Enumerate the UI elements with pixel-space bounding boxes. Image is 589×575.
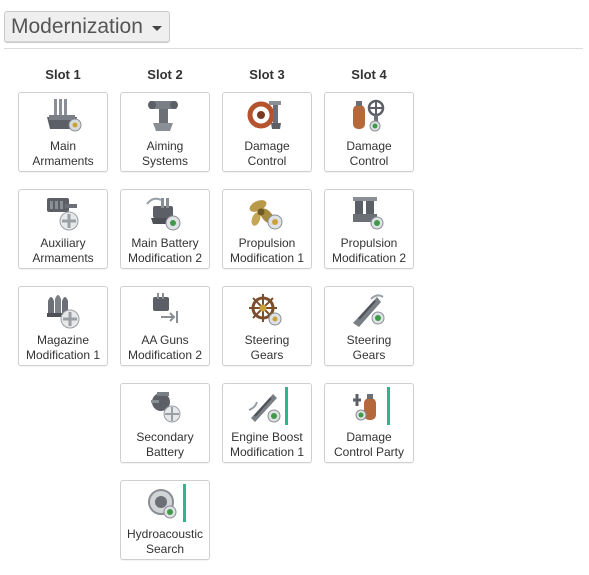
modernization-dropdown[interactable]: Modernization <box>4 11 170 43</box>
hydroacoustic-icon <box>148 489 177 519</box>
module-card-magazine-modification[interactable]: Magazine Modification 1 <box>18 286 108 366</box>
module-card-propulsion-modification-2[interactable]: Propulsion Modification 2 <box>324 189 414 269</box>
rudder-icon <box>353 294 385 327</box>
module-label: AA Guns Modification 2 <box>127 333 203 362</box>
module-label: Engine Boost Modification 1 <box>229 430 305 459</box>
slot-4-header: Slot 4 <box>351 67 387 82</box>
main-battery-icon <box>146 197 181 231</box>
module-card-damage-control-party[interactable]: Damage Control Party <box>324 383 414 463</box>
consumable-indicator-bar <box>183 484 186 522</box>
damage-control-party-icon <box>353 394 376 421</box>
module-label: Damage Control <box>346 139 392 168</box>
main-armaments-icon <box>47 99 82 132</box>
module-label: Steering Gears <box>244 333 290 362</box>
engine-icon <box>353 197 384 230</box>
slot-2-header: Slot 2 <box>147 67 183 82</box>
module-card-propulsion-modification-1[interactable]: Propulsion Modification 1 <box>222 189 312 269</box>
module-label: Auxiliary Armaments <box>32 236 94 265</box>
module-card-main-battery-modification[interactable]: Main Battery Modification 2 <box>120 189 210 269</box>
module-label: Secondary Battery <box>136 430 194 459</box>
module-card-aiming-systems[interactable]: Aiming Systems <box>120 92 210 172</box>
propeller-icon <box>249 200 283 230</box>
module-card-engine-boost-modification[interactable]: Engine Boost Modification 1 <box>222 383 312 463</box>
damage-control-hose-icon <box>247 101 281 129</box>
module-card-hydroacoustic-search[interactable]: Hydroacoustic Search <box>120 480 210 560</box>
aiming-systems-icon <box>148 101 178 131</box>
module-card-steering-gears-4[interactable]: Steering Gears <box>324 286 414 366</box>
slot-3-header: Slot 3 <box>249 67 285 82</box>
dropdown-label: Modernization <box>11 15 143 38</box>
module-label: Aiming Systems <box>141 139 188 168</box>
slot-1-header: Slot 1 <box>45 67 81 82</box>
module-label: Magazine Modification 1 <box>25 333 101 362</box>
module-label: Steering Gears <box>346 333 392 362</box>
module-card-secondary-battery[interactable]: Secondary Battery <box>120 383 210 463</box>
engine-boost-icon <box>248 394 281 423</box>
module-card-main-armaments[interactable]: Main Armaments <box>18 92 108 172</box>
consumable-indicator-bar <box>387 387 390 425</box>
auxiliary-armaments-icon <box>47 198 79 231</box>
caret-down-icon <box>151 25 162 31</box>
module-label: Main Armaments <box>32 139 94 168</box>
secondary-battery-icon <box>151 392 181 423</box>
module-label: Hydroacoustic Search <box>126 527 204 556</box>
header-divider <box>4 48 583 49</box>
module-card-aa-guns-modification[interactable]: AA Guns Modification 2 <box>120 286 210 366</box>
ship-wheel-icon <box>249 294 282 326</box>
module-card-damage-control-4[interactable]: Damage Control <box>324 92 414 172</box>
module-label: Main Battery Modification 2 <box>127 236 203 265</box>
aa-guns-icon <box>153 293 178 323</box>
module-card-auxiliary-armaments[interactable]: Auxiliary Armaments <box>18 189 108 269</box>
module-label: Damage Control <box>244 139 290 168</box>
magazine-icon <box>47 295 80 329</box>
module-card-damage-control-3[interactable]: Damage Control <box>222 92 312 172</box>
modernization-header: Modernization <box>4 11 170 43</box>
damage-control-tank-icon <box>353 99 385 132</box>
module-card-steering-gears-3[interactable]: Steering Gears <box>222 286 312 366</box>
module-label: Propulsion Modification 2 <box>331 236 407 265</box>
module-label: Propulsion Modification 1 <box>229 236 305 265</box>
module-label: Damage Control Party <box>333 430 405 459</box>
consumable-indicator-bar <box>285 387 288 425</box>
